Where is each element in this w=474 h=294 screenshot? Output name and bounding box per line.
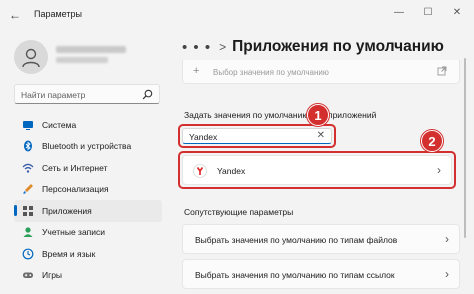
defaults-by-file-type-item[interactable]: Выбрать значения по умолчанию по типам ф… bbox=[182, 224, 460, 254]
chevron-right-icon: › bbox=[445, 232, 449, 246]
brush-icon bbox=[22, 183, 34, 195]
back-arrow-icon[interactable]: ← bbox=[8, 8, 22, 22]
profile-email-blurred bbox=[56, 57, 108, 63]
bluetooth-icon bbox=[22, 140, 34, 152]
monitor-icon bbox=[22, 119, 34, 131]
search-icon[interactable] bbox=[142, 89, 153, 100]
window-title: Параметры bbox=[34, 9, 82, 19]
sidebar-item-label: Приложения bbox=[42, 205, 92, 216]
settings-search-box[interactable] bbox=[14, 84, 160, 104]
maximize-button[interactable]: ☐ bbox=[421, 7, 435, 18]
profile-name-blurred bbox=[56, 46, 126, 53]
sidebar-item-bluetooth[interactable]: Bluetooth и устройства bbox=[14, 136, 162, 158]
breadcrumb: • • • > Приложения по умолчанию bbox=[182, 38, 444, 56]
step-badge-1: 1 bbox=[307, 104, 329, 126]
settings-search-input[interactable] bbox=[21, 88, 139, 101]
close-button[interactable]: ✕ bbox=[450, 7, 464, 18]
sidebar-item-label: Время и язык bbox=[42, 248, 96, 259]
account-icon bbox=[22, 226, 34, 238]
plus-icon: + bbox=[193, 65, 200, 77]
sidebar-item-label: Персонализация bbox=[42, 184, 109, 195]
chevron-right-icon: › bbox=[445, 267, 449, 281]
globe-clock-icon bbox=[22, 248, 34, 260]
search-highlight-box bbox=[178, 124, 336, 148]
settings-window: ← Параметры — ☐ ✕ Система bbox=[0, 0, 474, 294]
sidebar-nav: Система Bluetooth и устройства Сеть и Ин… bbox=[14, 114, 162, 286]
defaults-by-link-type-label: Выбрать значения по умолчанию по типам с… bbox=[195, 270, 395, 280]
page-title: Приложения по умолчанию bbox=[232, 38, 444, 55]
gamepad-icon bbox=[22, 269, 34, 281]
sidebar-item-personalization[interactable]: Персонализация bbox=[14, 179, 162, 201]
apps-icon bbox=[22, 205, 34, 217]
sidebar-item-system[interactable]: Система bbox=[14, 114, 162, 136]
minimize-button[interactable]: — bbox=[392, 7, 406, 18]
sidebar-item-label: Система bbox=[42, 119, 77, 130]
sidebar-item-label: Сеть и Интернет bbox=[42, 162, 108, 173]
chevron-right-icon: > bbox=[219, 40, 227, 54]
sidebar-item-apps[interactable]: Приложения bbox=[14, 200, 162, 222]
scrollbar[interactable] bbox=[464, 58, 466, 238]
wifi-icon bbox=[22, 162, 34, 174]
step-badge-2: 2 bbox=[421, 130, 443, 152]
title-bar: ← Параметры — ☐ ✕ bbox=[0, 0, 474, 30]
related-settings-section-label: Сопутствующие параметры bbox=[184, 207, 294, 217]
sidebar-item-time-language[interactable]: Время и язык bbox=[14, 243, 162, 265]
sidebar-item-gaming[interactable]: Игры bbox=[14, 265, 162, 287]
sidebar-item-accounts[interactable]: Учетные записи bbox=[14, 222, 162, 244]
defaults-by-link-type-item[interactable]: Выбрать значения по умолчанию по типам с… bbox=[182, 259, 460, 289]
sidebar-item-label: Bluetooth и устройства bbox=[42, 141, 132, 152]
sidebar-item-label: Учетные записи bbox=[42, 227, 106, 238]
result-highlight-box bbox=[178, 151, 456, 189]
sidebar-item-label: Игры bbox=[42, 270, 63, 281]
breadcrumb-more-button[interactable]: • • • bbox=[182, 39, 211, 56]
external-link-icon bbox=[437, 66, 447, 76]
person-icon bbox=[22, 48, 40, 68]
choose-defaults-card[interactable]: + Выбор значения по умолчанию bbox=[182, 60, 460, 84]
avatar[interactable] bbox=[14, 40, 48, 74]
sidebar-item-network[interactable]: Сеть и Интернет bbox=[14, 157, 162, 179]
defaults-by-file-type-label: Выбрать значения по умолчанию по типам ф… bbox=[195, 235, 398, 245]
choose-defaults-label: Выбор значения по умолчанию bbox=[213, 68, 329, 77]
set-defaults-section-label: Задать значения по умолчанию для приложе… bbox=[184, 110, 377, 120]
